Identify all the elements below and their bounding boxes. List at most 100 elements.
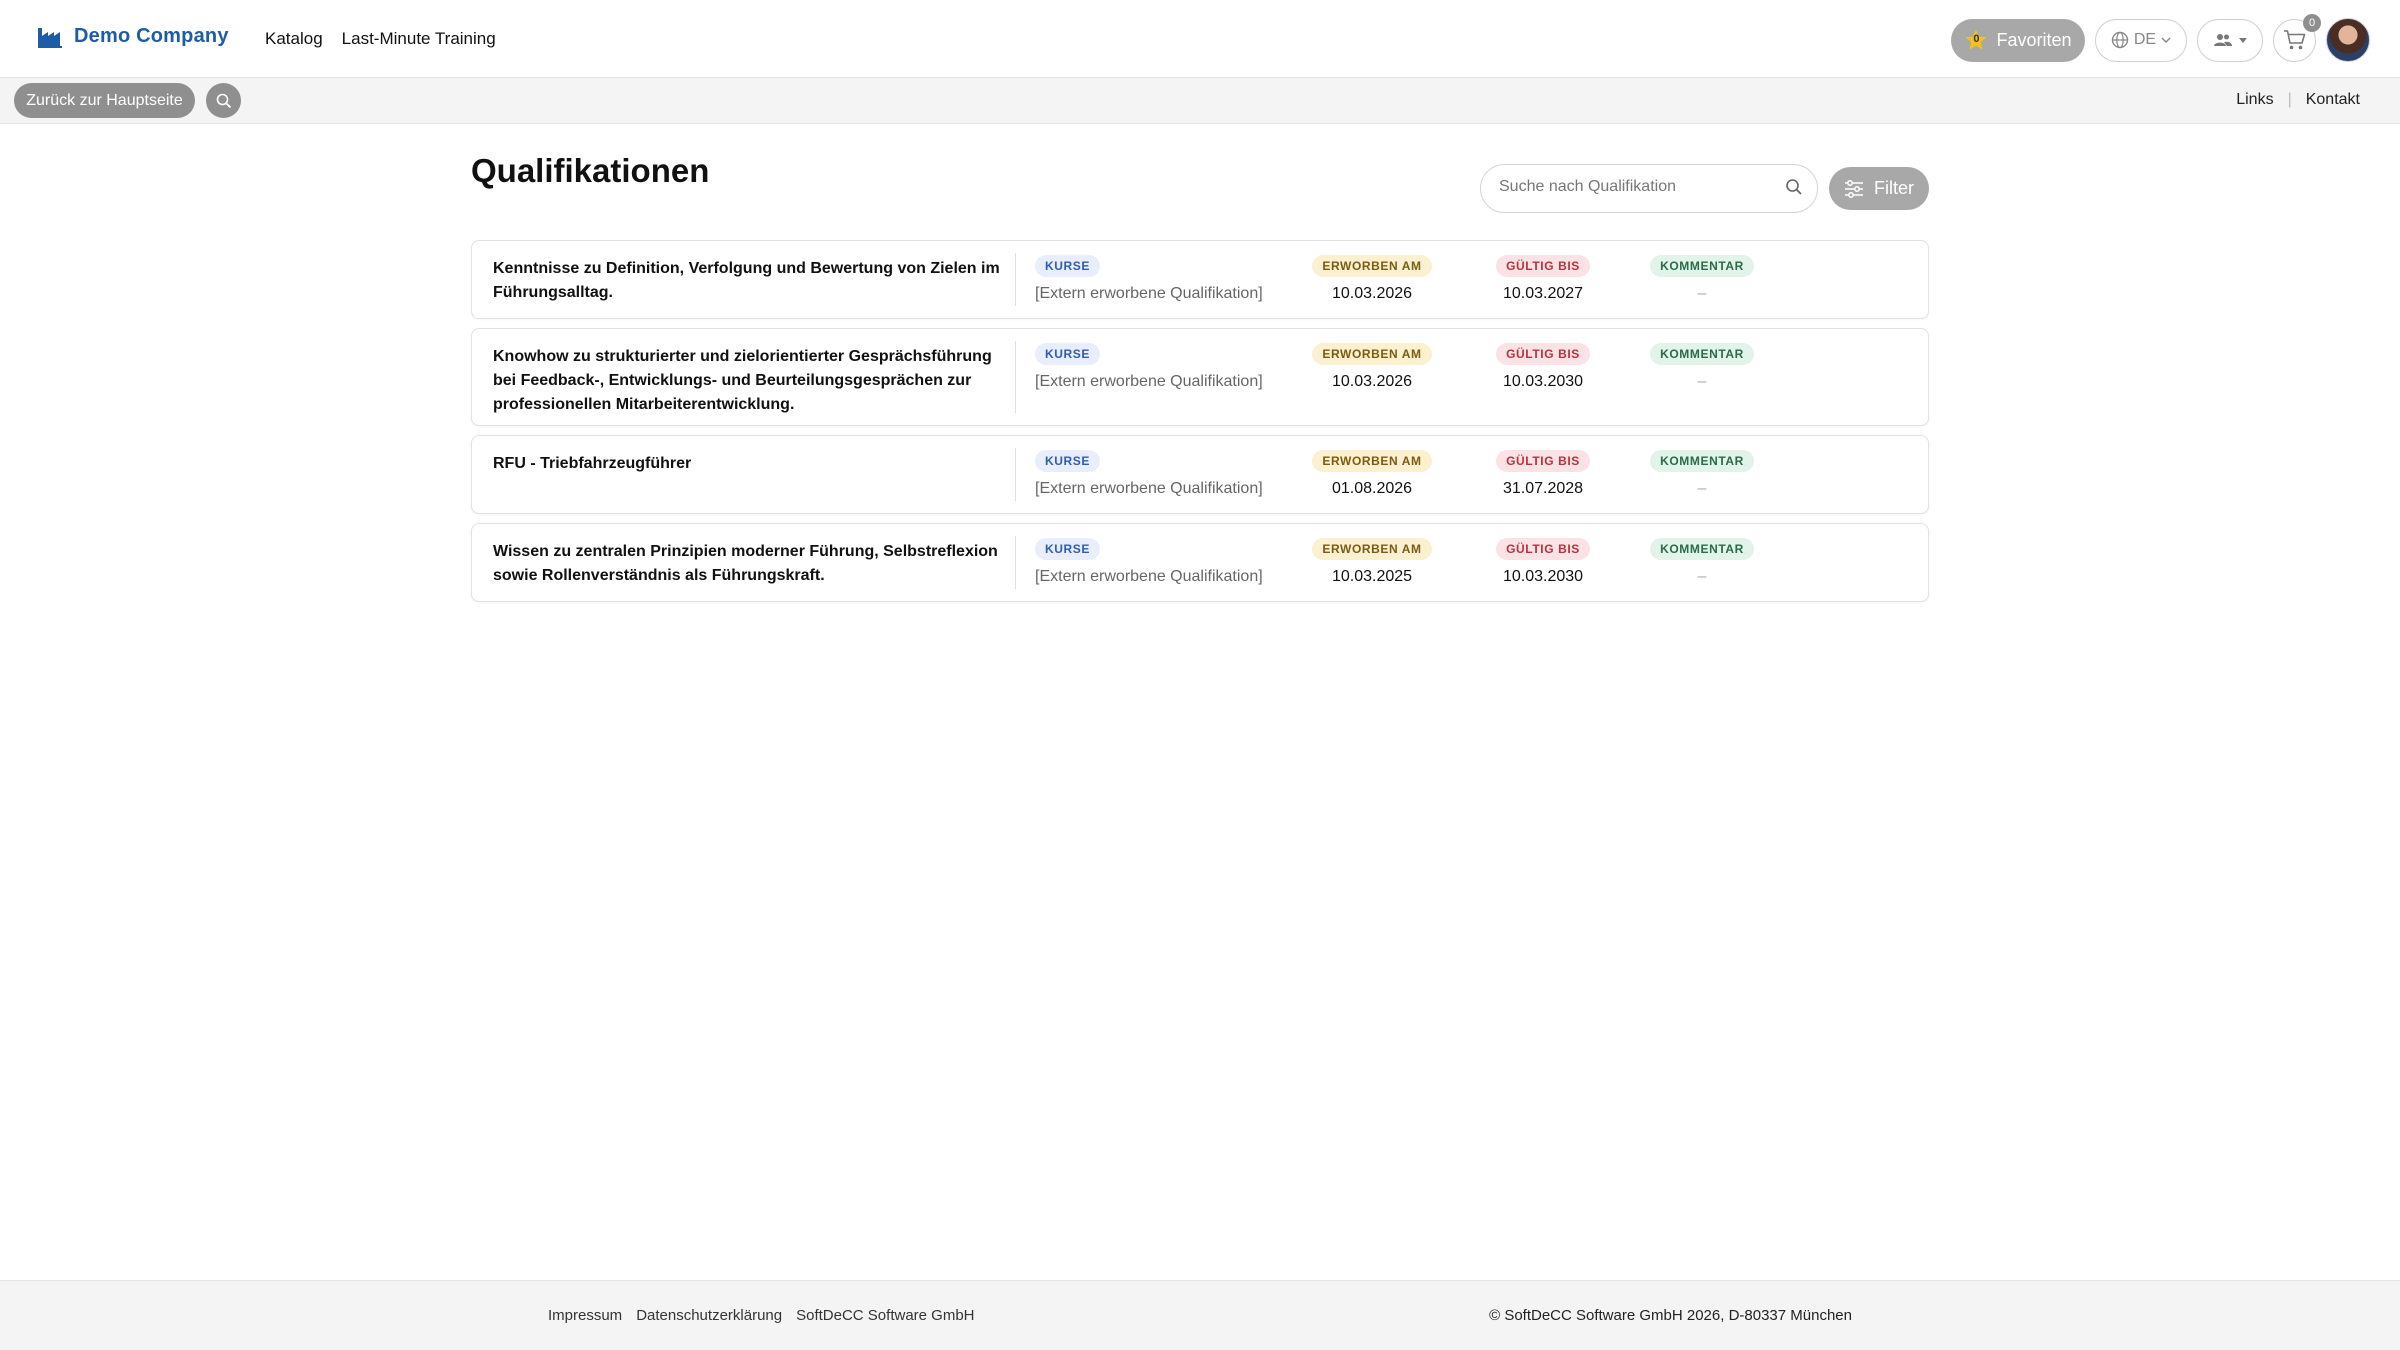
page-title: Qualifikationen (471, 152, 710, 189)
kurse-column: KURSE [Extern erworbene Qualifikation] (1035, 343, 1263, 391)
card-divider (1015, 341, 1016, 413)
qualification-name: Kenntnisse zu Definition, Verfolgung und… (493, 260, 1000, 301)
erworben-badge: ERWORBEN AM (1312, 255, 1432, 277)
kurse-column: KURSE [Extern erworbene Qualifikation] (1035, 450, 1263, 498)
language-selector[interactable]: DE (2095, 18, 2187, 62)
gueltig-badge: GÜLTIG BIS (1496, 538, 1590, 560)
gueltig-value: 10.03.2030 (1502, 568, 1584, 585)
gueltig-value: 31.07.2028 (1502, 480, 1584, 497)
qualification-search (1480, 164, 1818, 213)
qualification-search-input[interactable] (1499, 178, 1769, 196)
page-footer: Impressum Datenschutzerklärung SoftDeCC … (0, 1280, 2400, 1350)
filter-button[interactable]: Filter (1829, 167, 1929, 210)
qualification-name: Wissen zu zentralen Prinzipien moderner … (493, 543, 998, 584)
kommentar-badge: KOMMENTAR (1650, 450, 1754, 472)
erworben-badge: ERWORBEN AM (1312, 450, 1432, 472)
sub-links: Links | Kontakt (2236, 91, 2360, 109)
kommentar-value: – (1697, 480, 1707, 497)
kommentar-column: KOMMENTAR – (1647, 343, 1757, 391)
kurse-badge: KURSE (1035, 343, 1101, 365)
chevron-down-icon (2161, 37, 2171, 43)
kommentar-value: – (1697, 568, 1707, 585)
kurse-column: KURSE [Extern erworbene Qualifikation] (1035, 538, 1263, 586)
qualification-card[interactable]: Wissen zu zentralen Prinzipien moderner … (471, 523, 1929, 602)
nav-last-minute-training[interactable]: Last-Minute Training (342, 29, 496, 49)
footer-copyright: © SoftDeCC Software GmbH 2026, D-80337 M… (1489, 1307, 1852, 1324)
erworben-column: ERWORBEN AM 01.08.2026 (1312, 450, 1432, 498)
star-icon: 0 (1964, 28, 1988, 52)
card-divider (1015, 253, 1016, 306)
kommentar-value: – (1697, 373, 1707, 390)
gueltig-badge: GÜLTIG BIS (1496, 450, 1590, 472)
user-menu-button[interactable] (2197, 18, 2263, 62)
factory-icon (38, 28, 62, 48)
search-icon[interactable] (1785, 178, 1803, 196)
links-link[interactable]: Links (2236, 91, 2273, 109)
gueltig-value: 10.03.2027 (1502, 285, 1584, 302)
nav-katalog[interactable]: Katalog (265, 29, 323, 49)
kommentar-column: KOMMENTAR – (1647, 255, 1757, 303)
kontakt-link[interactable]: Kontakt (2306, 91, 2360, 109)
impressum-link[interactable]: Impressum (548, 1307, 622, 1324)
sliders-icon (1845, 179, 1863, 198)
kurse-value: [Extern erworbene Qualifikation] (1035, 568, 1263, 585)
gueltig-column: GÜLTIG BIS 31.07.2028 (1496, 450, 1590, 498)
link-separator: | (2287, 91, 2292, 108)
gueltig-column: GÜLTIG BIS 10.03.2027 (1496, 255, 1590, 303)
card-divider (1015, 448, 1016, 501)
kurse-column: KURSE [Extern erworbene Qualifikation] (1035, 255, 1263, 303)
datenschutz-link[interactable]: Datenschutzerklärung (636, 1307, 782, 1324)
main-nav: Katalog Last-Minute Training (265, 29, 496, 49)
gueltig-badge: GÜLTIG BIS (1496, 343, 1590, 365)
erworben-column: ERWORBEN AM 10.03.2025 (1312, 538, 1432, 586)
erworben-value: 01.08.2026 (1331, 480, 1413, 497)
qualification-name: Knowhow zu strukturierter und zielorient… (493, 348, 992, 413)
kurse-badge: KURSE (1035, 255, 1101, 277)
gueltig-badge: GÜLTIG BIS (1496, 255, 1590, 277)
gueltig-value: 10.03.2030 (1502, 373, 1584, 390)
kurse-value: [Extern erworbene Qualifikation] (1035, 480, 1263, 497)
gueltig-column: GÜLTIG BIS 10.03.2030 (1496, 343, 1590, 391)
cart-icon (2283, 30, 2305, 50)
erworben-column: ERWORBEN AM 10.03.2026 (1312, 343, 1432, 391)
kommentar-badge: KOMMENTAR (1650, 255, 1754, 277)
softdecc-link[interactable]: SoftDeCC Software GmbH (796, 1307, 974, 1324)
erworben-badge: ERWORBEN AM (1312, 538, 1432, 560)
kommentar-badge: KOMMENTAR (1650, 343, 1754, 365)
qualification-card[interactable]: RFU - Triebfahrzeugführer KURSE [Extern … (471, 435, 1929, 514)
kommentar-value: – (1697, 285, 1707, 302)
kurse-badge: KURSE (1035, 450, 1101, 472)
top-header: Demo Company Katalog Last-Minute Trainin… (0, 0, 2400, 78)
favorites-label: Favoriten (1996, 29, 2072, 50)
user-avatar[interactable] (2326, 18, 2370, 62)
erworben-value: 10.03.2025 (1331, 568, 1413, 585)
kurse-value: [Extern erworbene Qualifikation] (1035, 285, 1263, 302)
back-to-main-button[interactable]: Zurück zur Hauptseite (14, 83, 195, 118)
sub-navigation-bar: Zurück zur Hauptseite Links | Kontakt (0, 78, 2400, 124)
gueltig-column: GÜLTIG BIS 10.03.2030 (1496, 538, 1590, 586)
kurse-badge: KURSE (1035, 538, 1101, 560)
qualification-list: Kenntnisse zu Definition, Verfolgung und… (471, 240, 1929, 611)
caret-down-icon (2238, 38, 2247, 43)
header-actions: 0 Favoriten DE 0 (1951, 13, 2370, 62)
kommentar-column: KOMMENTAR – (1647, 450, 1757, 498)
favorites-button[interactable]: 0 Favoriten (1951, 18, 2085, 62)
kommentar-column: KOMMENTAR – (1647, 538, 1757, 586)
erworben-value: 10.03.2026 (1331, 285, 1413, 302)
cart-count-badge: 0 (2303, 13, 2321, 32)
filter-label: Filter (1874, 178, 1914, 198)
quick-search-button[interactable] (206, 83, 241, 118)
qualification-card[interactable]: Kenntnisse zu Definition, Verfolgung und… (471, 240, 1929, 319)
company-logo[interactable]: Demo Company (36, 22, 229, 50)
card-divider (1015, 536, 1016, 589)
erworben-value: 10.03.2026 (1331, 373, 1413, 390)
erworben-badge: ERWORBEN AM (1312, 343, 1432, 365)
qualification-name: RFU - Triebfahrzeugführer (493, 455, 692, 472)
company-name: Demo Company (74, 24, 229, 47)
language-code: DE (2133, 31, 2157, 48)
cart-button[interactable]: 0 (2273, 13, 2321, 62)
search-icon (216, 93, 231, 108)
footer-links: Impressum Datenschutzerklärung SoftDeCC … (548, 1307, 975, 1324)
qualification-card[interactable]: Knowhow zu strukturierter und zielorient… (471, 328, 1929, 426)
people-icon (2213, 34, 2232, 46)
